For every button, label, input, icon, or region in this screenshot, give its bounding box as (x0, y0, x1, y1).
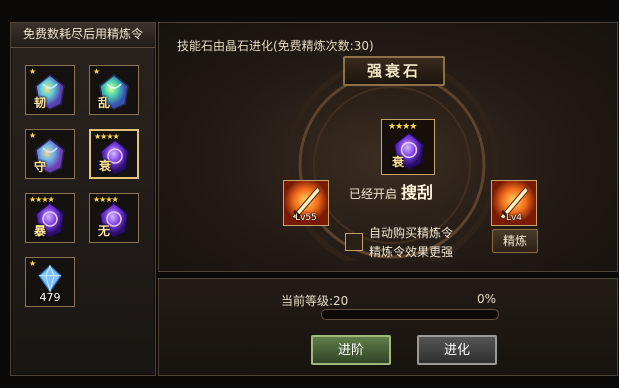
gem-slot-6[interactable]: ★★★★ 无 (89, 193, 139, 243)
gem-slot-2[interactable]: ★ 乱 (89, 65, 139, 115)
gem-label: 暴 (34, 224, 47, 238)
left-skill-slot[interactable]: Lv55 (283, 180, 329, 226)
level-panel: 当前等级:20 0% 进阶 进化 (158, 278, 618, 376)
gem-label: 衰 (99, 159, 112, 173)
current-level: 当前等级:20 (281, 294, 349, 308)
gem-inventory-panel: 免费数耗尽后用精炼令 ★ 韧 ★ 乱 ★ 守 ★★★★ 衰 ★★★★ 暴 ★★★… (10, 22, 156, 376)
skill-name: 搜刮 (401, 183, 434, 202)
gem-label: 韧 (34, 96, 47, 110)
gem-label: 乱 (98, 96, 111, 110)
auto-buy-label: 自动购买精炼令 (369, 226, 454, 240)
crystal-count: 479 (39, 291, 61, 304)
gem-label: 守 (34, 160, 47, 174)
gem-label: 无 (98, 224, 111, 238)
crystal-icon (38, 264, 62, 294)
auto-buy-checkbox[interactable] (345, 233, 363, 251)
evolve-button[interactable]: 进化 (417, 335, 497, 365)
center-gem-slot[interactable]: ★★★★ 衰 (381, 119, 435, 175)
center-gem-stars: ★★★★ (388, 122, 417, 132)
crystal-slot[interactable]: ★ 479 (25, 257, 75, 307)
left-skill-level: Lv55 (295, 213, 317, 223)
progress-percent: 0% (477, 292, 497, 306)
gem-slot-3[interactable]: ★ 守 (25, 129, 75, 179)
right-skill-slot[interactable]: Lv4 (491, 180, 537, 226)
progress-bar (321, 309, 499, 320)
center-gem-label: 衰 (392, 155, 405, 169)
gem-name-banner: 强衰石 (343, 56, 445, 86)
evolution-panel: 技能石由晶石进化(免费精炼次数:30) 强衰石 ★★★★ 衰 Lv55 Lv4 … (158, 22, 618, 272)
gem-slot-5[interactable]: ★★★★ 暴 (25, 193, 75, 243)
refine-button[interactable]: 精炼 (492, 229, 538, 253)
opened-label: 已经开启 (349, 187, 398, 201)
auto-buy-hint: 精炼令效果更强 (369, 245, 454, 259)
right-skill-level: Lv4 (505, 213, 523, 223)
skill-opened-text: 已经开启 搜刮 (349, 179, 433, 203)
gem-slot-1[interactable]: ★ 韧 (25, 65, 75, 115)
advance-button[interactable]: 进阶 (311, 335, 391, 365)
auto-buy-text: 自动购买精炼令 精炼令效果更强 (369, 224, 453, 262)
inventory-title: 免费数耗尽后用精炼令 (11, 23, 155, 48)
gem-slot-4-selected[interactable]: ★★★★ 衰 (89, 129, 139, 179)
